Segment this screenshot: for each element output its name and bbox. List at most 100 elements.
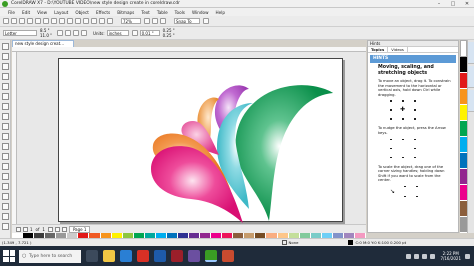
save-icon[interactable] xyxy=(19,18,25,24)
tab-videos[interactable]: Videos xyxy=(388,47,408,52)
crop-tool-icon[interactable] xyxy=(2,63,9,70)
page-1-tab[interactable]: Page 1 xyxy=(68,225,91,233)
redo-icon[interactable] xyxy=(67,18,73,24)
swatch[interactable] xyxy=(460,105,467,121)
artistic-media-icon[interactable] xyxy=(2,93,9,100)
swatch[interactable] xyxy=(460,89,467,105)
menu-tools[interactable]: Tools xyxy=(175,10,185,15)
file-explorer-icon[interactable] xyxy=(103,250,115,262)
smart-fill-icon[interactable] xyxy=(2,203,9,210)
swatch[interactable] xyxy=(460,153,467,169)
landscape-icon[interactable] xyxy=(65,30,72,36)
side-tab-object-manager[interactable] xyxy=(468,90,474,112)
task-view-icon[interactable] xyxy=(86,250,98,262)
swatch[interactable] xyxy=(460,137,467,153)
green-drop-shape[interactable] xyxy=(235,85,333,221)
drawing-canvas[interactable] xyxy=(17,52,366,224)
outline-pen-icon[interactable] xyxy=(2,213,9,220)
rectangle-tool-icon[interactable] xyxy=(2,103,9,110)
copy-icon[interactable] xyxy=(43,18,49,24)
zoom-level-field[interactable]: 72% xyxy=(121,18,141,24)
clock[interactable]: 2:22 PM 7/16/2021 xyxy=(440,251,461,261)
no-color-swatch[interactable] xyxy=(460,40,467,57)
drawing-page[interactable] xyxy=(58,58,344,223)
windows-start-icon[interactable] xyxy=(3,250,15,262)
units-dropdown[interactable]: inches xyxy=(106,30,129,36)
pick-tool-icon[interactable] xyxy=(2,43,9,50)
taskbar-search-input[interactable]: Type here to search xyxy=(19,249,81,263)
launcher-icon[interactable] xyxy=(107,18,113,24)
edge-browser-icon[interactable] xyxy=(120,250,132,262)
side-tab-hints[interactable] xyxy=(468,42,474,64)
page-height-field[interactable]: 11.0 " xyxy=(40,33,52,38)
paste-icon[interactable] xyxy=(51,18,57,24)
tab-topics[interactable]: Topics xyxy=(368,47,389,52)
nudge-distance-field[interactable]: 0.01 " xyxy=(139,30,160,36)
ellipse-tool-icon[interactable] xyxy=(2,113,9,120)
language-icon[interactable] xyxy=(430,253,436,259)
show-grid-icon[interactable] xyxy=(160,18,166,24)
media-player-icon[interactable] xyxy=(171,250,183,262)
portrait-icon[interactable] xyxy=(57,30,64,36)
powerpoint-icon[interactable] xyxy=(222,250,234,262)
fill-color-icon[interactable] xyxy=(2,223,9,230)
add-page-icon[interactable] xyxy=(61,226,67,232)
parallel-dimension-icon[interactable] xyxy=(2,143,9,150)
swatch[interactable] xyxy=(460,217,467,233)
document-tab[interactable]: new style design creat... xyxy=(12,40,74,47)
notifications-icon[interactable] xyxy=(465,253,470,259)
freehand-tool-icon[interactable] xyxy=(2,83,9,90)
open-icon[interactable] xyxy=(11,18,17,24)
swatch[interactable] xyxy=(460,121,467,137)
current-page-icon[interactable] xyxy=(81,30,88,36)
menu-object[interactable]: Object xyxy=(75,10,89,15)
all-pages-icon[interactable] xyxy=(73,30,80,36)
chrome-browser-icon[interactable] xyxy=(137,250,149,262)
maximize-button[interactable]: □ xyxy=(446,0,460,8)
interactive-fill-icon[interactable] xyxy=(2,193,9,200)
text-tool-icon[interactable] xyxy=(2,133,9,140)
snap-to-dropdown[interactable]: Snap To xyxy=(174,18,200,24)
search-content-icon[interactable] xyxy=(75,18,81,24)
undo-icon[interactable] xyxy=(59,18,65,24)
menu-bitmaps[interactable]: Bitmaps xyxy=(117,10,134,15)
menu-edit[interactable]: Edit xyxy=(22,10,30,15)
drop-shadow-icon[interactable] xyxy=(2,163,9,170)
polygon-tool-icon[interactable] xyxy=(2,123,9,130)
transparency-tool-icon[interactable] xyxy=(2,173,9,180)
menu-help[interactable]: Help xyxy=(216,10,226,15)
color-eyedropper-icon[interactable] xyxy=(2,183,9,190)
menu-table[interactable]: Table xyxy=(157,10,168,15)
volume-icon[interactable] xyxy=(422,253,428,259)
swatch[interactable] xyxy=(460,57,467,73)
minimize-button[interactable]: – xyxy=(432,0,446,8)
last-page-icon[interactable] xyxy=(54,226,60,232)
photoshop-icon[interactable] xyxy=(154,250,166,262)
page-size-dropdown[interactable]: Letter xyxy=(3,30,37,36)
zoom-tool-icon[interactable] xyxy=(2,73,9,80)
export-icon[interactable] xyxy=(91,18,97,24)
menu-view[interactable]: View xyxy=(37,10,47,15)
side-tab-object-properties[interactable] xyxy=(468,66,474,88)
next-page-icon[interactable] xyxy=(47,226,53,232)
coreldraw-taskbar-icon[interactable] xyxy=(205,250,217,262)
first-page-icon[interactable] xyxy=(16,226,21,232)
print-icon[interactable] xyxy=(27,18,33,24)
full-screen-icon[interactable] xyxy=(144,18,150,24)
artwork[interactable] xyxy=(59,59,344,223)
close-button[interactable]: ✕ xyxy=(460,0,474,8)
show-rulers-icon[interactable] xyxy=(152,18,158,24)
menu-layout[interactable]: Layout xyxy=(54,10,68,15)
import-icon[interactable] xyxy=(83,18,89,24)
duplicate-y-field[interactable]: 0.25 " xyxy=(163,33,175,38)
swatch[interactable] xyxy=(460,185,467,201)
swatch[interactable] xyxy=(460,169,467,185)
menu-window[interactable]: Window xyxy=(192,10,209,15)
connector-tool-icon[interactable] xyxy=(2,153,9,160)
menu-text[interactable]: Text xyxy=(141,10,149,15)
swatch[interactable] xyxy=(460,73,467,89)
cut-icon[interactable] xyxy=(35,18,41,24)
publish-pdf-icon[interactable] xyxy=(99,18,105,24)
shape-tool-icon[interactable] xyxy=(2,53,9,60)
previous-page-icon[interactable] xyxy=(23,226,28,232)
